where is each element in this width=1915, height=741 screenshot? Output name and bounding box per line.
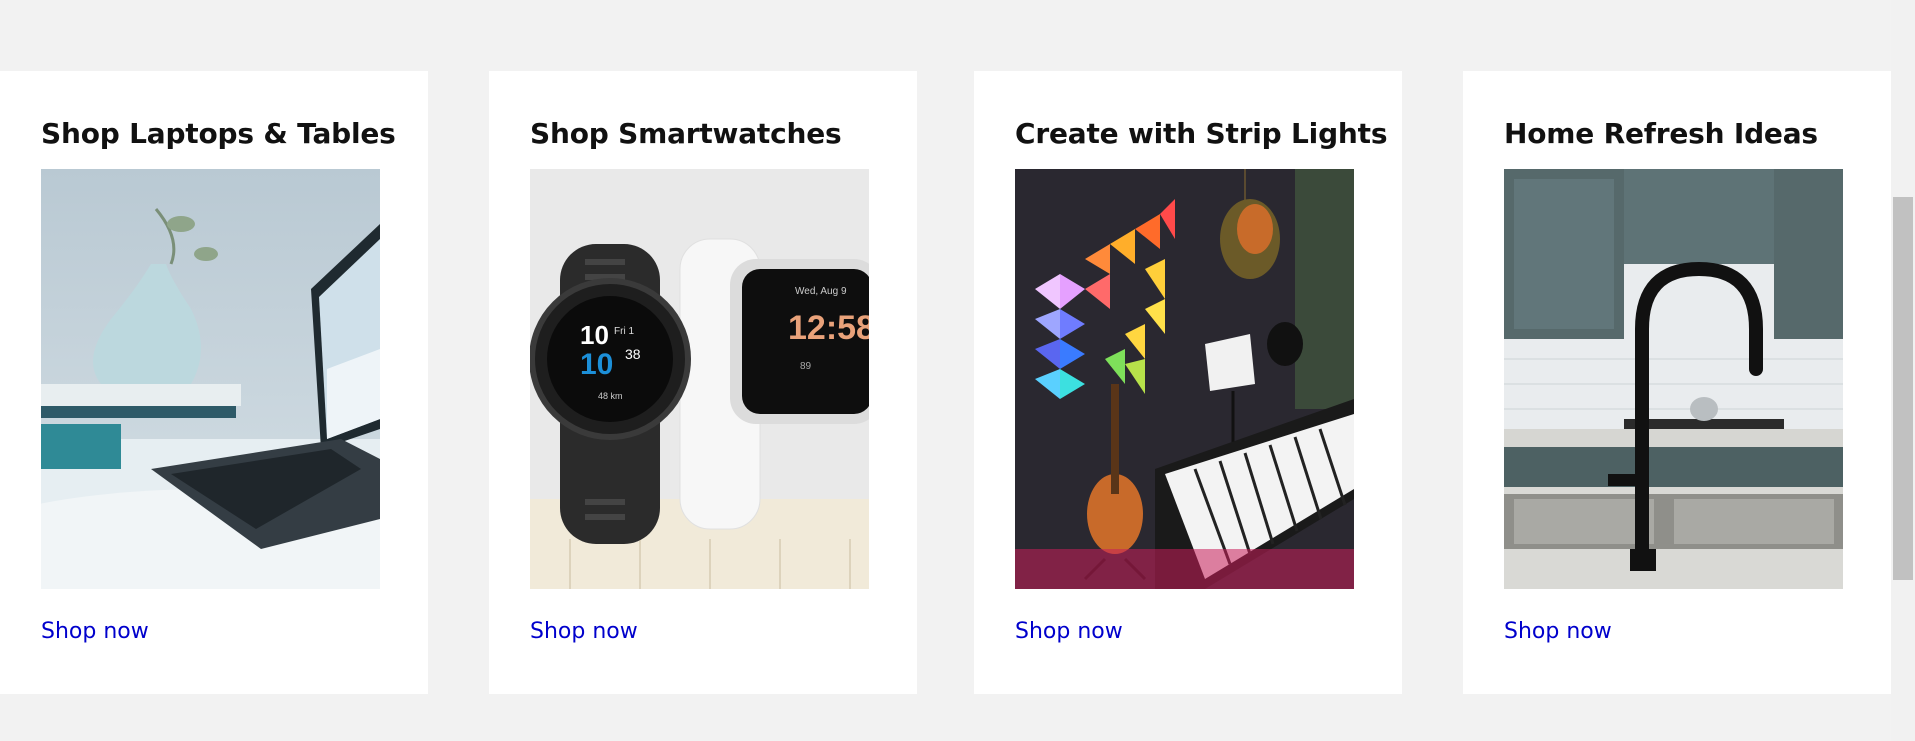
dark-watch-hour: 10	[580, 320, 609, 350]
dark-watch-min: 10	[580, 348, 613, 381]
card-title: Create with Strip Lights	[1015, 117, 1388, 150]
category-cards: Shop Laptops & Tables Shop now Shop Smar…	[0, 71, 1891, 694]
shop-now-link[interactable]: Shop now	[1015, 619, 1123, 644]
dark-watch-distance: 48 km	[598, 391, 623, 401]
laptop-vase-photo[interactable]	[41, 169, 380, 589]
vertical-scrollbar[interactable]	[1891, 0, 1915, 741]
card-laptops-tables: Shop Laptops & Tables Shop now	[0, 71, 428, 694]
card-smartwatches: Shop Smartwatches Wed, Aug 9 12:58 89 10…	[489, 71, 917, 694]
page: Shop Laptops & Tables Shop now Shop Smar…	[0, 0, 1915, 741]
card-home-refresh: Home Refresh Ideas Shop now	[1463, 71, 1891, 694]
strip-lights-photo[interactable]	[1015, 169, 1354, 589]
kitchen-faucet-photo[interactable]	[1504, 169, 1843, 589]
light-watch-date: Wed, Aug 9	[795, 286, 847, 297]
dark-watch-day: Fri 1	[614, 326, 634, 337]
light-watch-time: 12:58	[788, 309, 869, 347]
shop-now-link[interactable]: Shop now	[530, 619, 638, 644]
card-strip-lights: Create with Strip Lights Shop now	[974, 71, 1402, 694]
card-title: Shop Laptops & Tables	[41, 117, 396, 150]
card-title: Home Refresh Ideas	[1504, 117, 1818, 150]
scrollbar-thumb[interactable]	[1893, 197, 1913, 580]
smartwatches-photo[interactable]: Wed, Aug 9 12:58 89 10 Fri 1 10 38 48 km	[530, 169, 869, 589]
light-watch-stat: 89	[800, 361, 812, 372]
shop-now-link[interactable]: Shop now	[1504, 619, 1612, 644]
shop-now-link[interactable]: Shop now	[41, 619, 149, 644]
card-title: Shop Smartwatches	[530, 117, 842, 150]
dark-watch-sec: 38	[625, 346, 641, 362]
